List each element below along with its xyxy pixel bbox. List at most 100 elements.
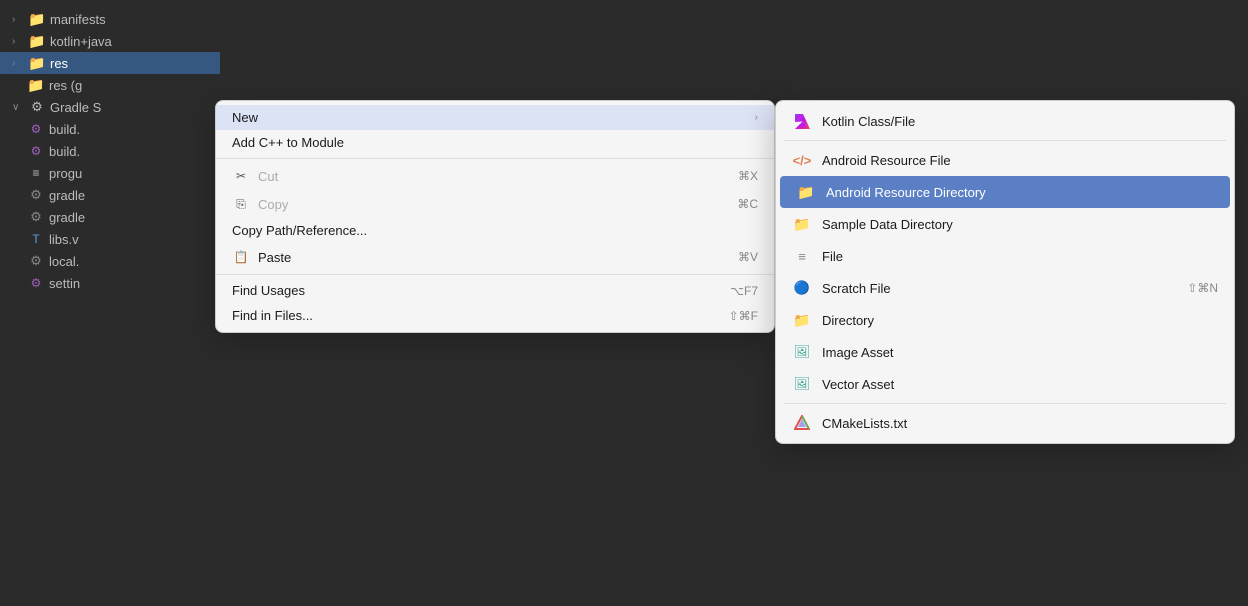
menu-item-add-cpp[interactable]: Add C++ to Module [216,130,774,155]
sidebar-item-label: progu [49,166,82,181]
sidebar-item-label: kotlin+java [50,34,112,49]
folder-icon: 📁 [29,11,45,27]
chevron-icon: › [12,58,24,69]
menu-item-label: Find in Files... [232,308,721,323]
shortcut-label: ⌘C [737,197,758,211]
menu-item-cut[interactable]: ✂ Cut ⌘X [216,162,774,190]
sidebar-item-settin[interactable]: ⚙ settin [0,272,220,294]
folder-icon: 📁 [29,55,45,71]
gear-icon: ⚙ [28,187,44,203]
submenu-item-cmake[interactable]: CMakeLists.txt [776,407,1234,439]
submenu-item-label: File [822,249,1218,264]
submenu-item-label: Vector Asset [822,377,1218,392]
gear-icon: ⚙ [28,209,44,225]
folder-icon: 📁 [792,214,812,234]
shortcut-label: ⇧⌘N [1187,281,1218,295]
arrow-icon: › [755,112,758,123]
folder-icon: 📁 [792,310,812,330]
lines-icon: ≡ [792,246,812,266]
submenu-item-label: Scratch File [822,281,1177,296]
submenu-item-android-res-file[interactable]: </> Android Resource File [776,144,1234,176]
submenu-item-label: Directory [822,313,1218,328]
menu-item-label: Find Usages [232,283,722,298]
menu-separator [216,158,774,159]
menu-item-label: Cut [258,169,730,184]
sidebar-item-label: settin [49,276,80,291]
sidebar-item-manifests[interactable]: › 📁 manifests [0,8,220,30]
sidebar-item-gradle2[interactable]: ⚙ gradle [0,206,220,228]
sidebar: › 📁 manifests › 📁 kotlin+java › 📁 res 📁 … [0,0,220,606]
sidebar-item-label: build. [49,144,80,159]
folder-icon: 📁 [28,77,44,93]
chevron-icon: ∨ [12,102,24,113]
sidebar-item-local[interactable]: ⚙ local. [0,250,220,272]
submenu-item-directory[interactable]: 📁 Directory [776,304,1234,336]
menu-separator [216,274,774,275]
chevron-icon: › [12,36,24,47]
sidebar-item-gradle-scripts[interactable]: ∨ ⚙ Gradle S [0,96,220,118]
sidebar-item-build2[interactable]: ⚙ build. [0,140,220,162]
submenu-new: Kotlin Class/File </> Android Resource F… [775,100,1235,444]
folder-icon: 📁 [796,182,816,202]
sidebar-item-res[interactable]: › 📁 res [0,52,220,74]
submenu-item-label: Kotlin Class/File [822,114,1218,129]
sidebar-item-libs[interactable]: T libs.v [0,228,220,250]
menu-item-label: Add C++ to Module [232,135,758,150]
shortcut-label: ⌘X [738,169,758,183]
submenu-item-label: Sample Data Directory [822,217,1218,232]
gradle-icon: ⚙ [28,121,44,137]
submenu-item-android-res-dir[interactable]: 📁 Android Resource Directory [780,176,1230,208]
menu-item-new[interactable]: New › [216,105,774,130]
image-asset-icon: 🖼 [792,342,812,362]
menu-item-label: Copy [258,197,729,212]
submenu-item-sample-data[interactable]: 📁 Sample Data Directory [776,208,1234,240]
gear-icon: ⚙ [28,253,44,269]
sidebar-item-build1[interactable]: ⚙ build. [0,118,220,140]
submenu-separator [784,140,1226,141]
submenu-separator [784,403,1226,404]
submenu-item-kotlin-class[interactable]: Kotlin Class/File [776,105,1234,137]
menu-item-label: New [232,110,747,125]
context-menu: New › Add C++ to Module ✂ Cut ⌘X ⎘ Copy … [215,100,775,333]
submenu-item-label: Image Asset [822,345,1218,360]
sidebar-item-res-g[interactable]: 📁 res (g [0,74,220,96]
sidebar-item-gradle1[interactable]: ⚙ gradle [0,184,220,206]
menu-item-paste[interactable]: 📋 Paste ⌘V [216,243,774,271]
sidebar-item-label: Gradle S [50,100,101,115]
lib-icon: T [28,231,44,247]
sidebar-item-label: gradle [49,210,85,225]
gradle-icon: ⚙ [29,99,45,115]
sidebar-item-label: res (g [49,78,82,93]
submenu-item-file[interactable]: ≡ File [776,240,1234,272]
vector-asset-icon: 🖼 [792,374,812,394]
submenu-item-scratch[interactable]: 🔵 Scratch File ⇧⌘N [776,272,1234,304]
menu-item-find-in-files[interactable]: Find in Files... ⇧⌘F [216,303,774,328]
menu-item-copy-path[interactable]: Copy Path/Reference... [216,218,774,243]
menu-item-copy[interactable]: ⎘ Copy ⌘C [216,190,774,218]
shortcut-label: ⌥F7 [730,284,758,298]
scratch-icon: 🔵 [792,278,812,298]
menu-item-find-usages[interactable]: Find Usages ⌥F7 [216,278,774,303]
paste-icon: 📋 [232,248,250,266]
submenu-item-image-asset[interactable]: 🖼 Image Asset [776,336,1234,368]
sidebar-item-progu[interactable]: ≡ progu [0,162,220,184]
android-res-icon: </> [792,150,812,170]
sidebar-item-label: res [50,56,68,71]
folder-icon: 📁 [29,33,45,49]
gradle-icon: ⚙ [28,275,44,291]
copy-icon: ⎘ [232,195,250,213]
menu-item-label: Copy Path/Reference... [232,223,758,238]
menu-item-label: Paste [258,250,730,265]
sidebar-item-label: gradle [49,188,85,203]
scissors-icon: ✂ [232,167,250,185]
sidebar-item-label: manifests [50,12,106,27]
sidebar-item-label: local. [49,254,79,269]
sidebar-item-kotlin-java[interactable]: › 📁 kotlin+java [0,30,220,52]
shortcut-label: ⇧⌘F [729,309,758,323]
shortcut-label: ⌘V [738,250,758,264]
submenu-item-vector-asset[interactable]: 🖼 Vector Asset [776,368,1234,400]
kotlin-icon [792,111,812,131]
gradle-icon: ⚙ [28,143,44,159]
chevron-icon: › [12,14,24,25]
submenu-item-label: CMakeLists.txt [822,416,1218,431]
